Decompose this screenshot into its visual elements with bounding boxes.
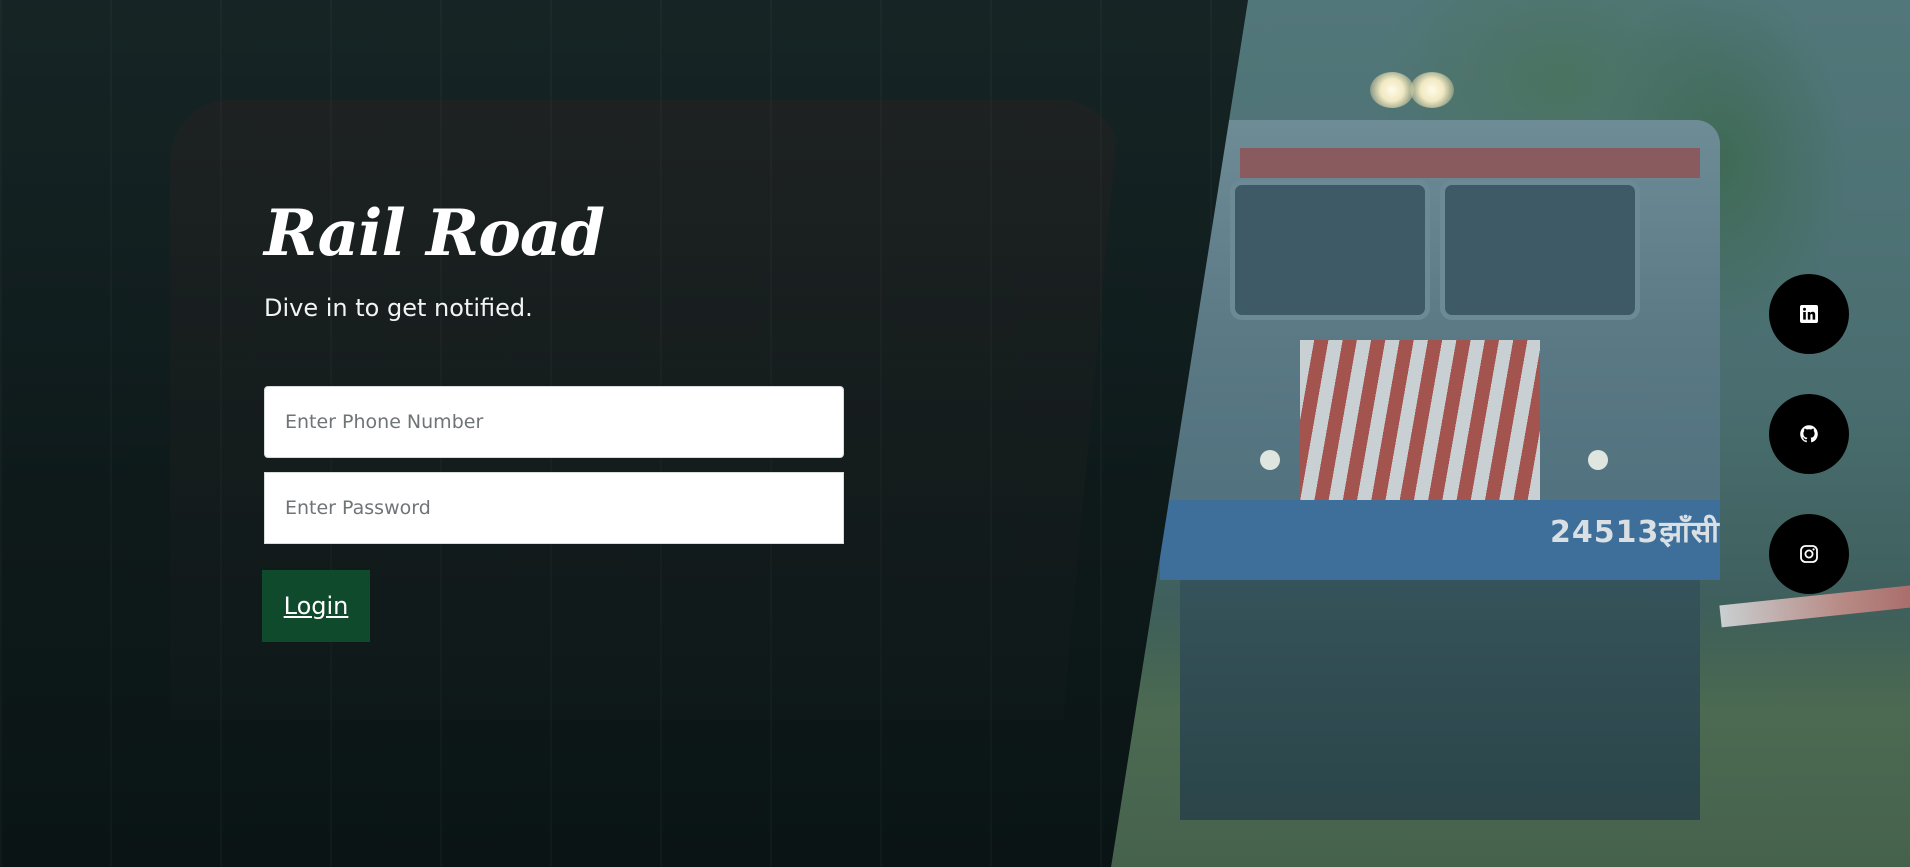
instagram-icon bbox=[1800, 545, 1818, 563]
linkedin-button[interactable] bbox=[1769, 274, 1849, 354]
locomotive-headlamp bbox=[1370, 72, 1414, 108]
github-button[interactable] bbox=[1769, 394, 1849, 474]
locomotive-lamp bbox=[1260, 450, 1280, 470]
social-links bbox=[1769, 274, 1849, 634]
login-button[interactable]: Login bbox=[262, 570, 370, 642]
locomotive-headlamp bbox=[1410, 72, 1454, 108]
locomotive-red-band bbox=[1240, 148, 1700, 178]
linkedin-icon bbox=[1800, 305, 1818, 323]
github-icon bbox=[1800, 425, 1818, 443]
tagline: Dive in to get notified. bbox=[264, 294, 533, 322]
login-page: 24513झाँसी Rail Road Dive in to get noti… bbox=[0, 0, 1910, 867]
password-input[interactable] bbox=[264, 472, 844, 544]
login-panel: Rail Road Dive in to get notified. Login bbox=[262, 196, 844, 642]
locomotive-lower-body bbox=[1180, 580, 1700, 820]
locomotive-window-right bbox=[1440, 180, 1640, 320]
locomotive-lamp bbox=[1588, 450, 1608, 470]
instagram-button[interactable] bbox=[1769, 514, 1849, 594]
app-title: Rail Road bbox=[264, 196, 605, 271]
phone-number-input[interactable] bbox=[264, 386, 844, 458]
locomotive-number: 24513झाँसी bbox=[1550, 515, 1720, 550]
locomotive-window-left bbox=[1230, 180, 1430, 320]
